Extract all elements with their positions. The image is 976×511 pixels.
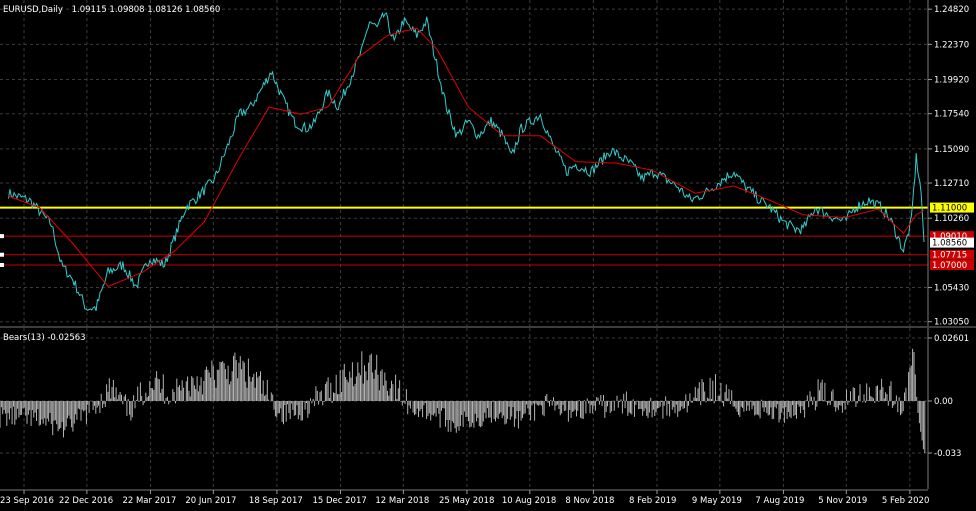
time-axis-label: 23 Sep 2016 [0,496,54,506]
key-level-label: 1.11000 [932,204,967,214]
chart-background [0,0,976,511]
support-4-label: 1.07000 [932,261,967,271]
price-axis-label: 1.03050 [934,318,969,328]
time-axis-label: 9 May 2019 [692,496,742,506]
support-3-label: 1.07715 [932,251,967,261]
indicator-axis-label: 0.00 [934,397,953,407]
indicator-axis-label: 0.02601 [934,334,969,344]
time-axis-label: 8 Nov 2018 [565,496,614,506]
time-axis-label: 5 Nov 2019 [818,496,867,506]
indicator-axis-label: -0.033 [934,449,961,459]
support-1-anchor-handle[interactable] [0,234,4,239]
time-axis-label: 15 Dec 2017 [312,496,366,506]
time-axis-label: 8 Feb 2019 [629,496,677,506]
price-axis-label: 1.22370 [934,40,969,50]
time-axis-label: 7 Aug 2019 [755,496,804,506]
price-axis-label: 1.24820 [934,5,969,15]
time-axis-label: 12 Mar 2018 [375,496,429,506]
support-2-label: 1.08560 [932,239,967,249]
time-axis-label: 22 Mar 2017 [122,496,176,506]
price-axis-label: 1.19920 [934,76,969,86]
price-axis-label: 1.15090 [934,145,969,155]
ohlc-values: 1.09115 1.09808 1.08126 1.08560 [72,5,221,15]
time-axis-label: 10 Aug 2018 [502,496,556,506]
support-4-anchor-handle[interactable] [0,262,4,267]
price-axis-label: 1.05430 [934,284,969,294]
trading-chart-window[interactable]: 1.24820 1.22370 1.19920 1.17540 1.15090 1.127… [0,0,976,511]
symbol-timeframe: EURUSD,Daily [3,5,63,15]
support-3-anchor-handle[interactable] [0,252,4,257]
price-axis-label: 1.12710 [934,179,969,189]
price-axis-label: 1.17540 [934,110,969,120]
price-axis-label: 1.10260 [934,214,969,224]
time-axis-label: 5 Feb 2020 [882,496,930,506]
time-axis-label: 25 May 2018 [439,496,494,506]
time-axis-label: 18 Sep 2017 [249,496,303,506]
time-axis-label: 20 Jun 2017 [185,496,236,506]
indicator-label: Bears(13) -0.02563 [3,333,86,343]
time-axis-label: 22 Dec 2016 [59,496,113,506]
symbol-title: EURUSD,Daily 1.09115 1.09808 1.08126 1.0… [3,5,220,15]
